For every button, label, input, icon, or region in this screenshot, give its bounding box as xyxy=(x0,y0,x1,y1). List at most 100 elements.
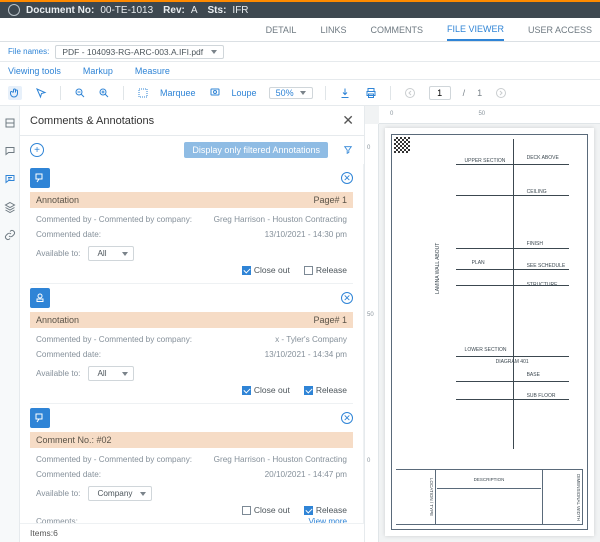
tab-comments[interactable]: COMMENTS xyxy=(370,20,423,40)
loupe-label[interactable]: Loupe xyxy=(232,88,257,98)
annotation-page-label: Page# 1 xyxy=(313,315,347,325)
meta-label: Commented date: xyxy=(36,469,101,480)
thumbnails-icon[interactable] xyxy=(3,116,17,130)
separator xyxy=(390,86,391,100)
separator xyxy=(325,86,326,100)
meta-label: Commented date: xyxy=(36,349,101,360)
zoom-select[interactable]: 50% xyxy=(269,87,313,99)
tab-user-access[interactable]: USER ACCESS xyxy=(528,20,592,40)
doc-no-value: 00-TE-1013 xyxy=(100,5,153,16)
loupe-icon[interactable] xyxy=(208,86,222,100)
callout-marker-icon[interactable] xyxy=(30,168,50,188)
ruler-vertical: 0500 xyxy=(365,124,379,542)
sts-label: Sts: xyxy=(208,5,227,16)
page-sep: / xyxy=(463,88,466,98)
zoom-value: 50% xyxy=(276,88,294,98)
meta-value: Greg Harrison - Houston Contracting xyxy=(214,454,347,465)
qr-code-icon xyxy=(394,137,410,153)
closeout-checkbox[interactable]: Close out xyxy=(242,265,290,275)
comment-no-label: Comment No.: #02 xyxy=(36,435,112,445)
chevron-down-icon xyxy=(140,492,146,496)
panel-footer: Items:6 xyxy=(20,523,364,542)
file-names-value: PDF - 104093-RG-ARC-003.A.IFI.pdf xyxy=(62,47,203,57)
zoom-out-icon[interactable] xyxy=(73,86,87,100)
meta-value: 20/10/2021 - 14:47 pm xyxy=(265,469,347,480)
available-to-label: Available to: xyxy=(36,489,80,498)
document-viewer[interactable]: 050 0500 UPPER SECTION DECK AB xyxy=(365,106,600,542)
panel-close-icon[interactable]: ✕ xyxy=(342,112,354,129)
closeout-checkbox[interactable]: Close out xyxy=(242,385,290,395)
available-to-select[interactable]: All xyxy=(88,366,134,381)
page-input[interactable] xyxy=(429,86,451,100)
chevron-down-icon xyxy=(300,91,306,95)
comments-annotations-panel: Comments & Annotations ✕ + Display only … xyxy=(20,106,365,542)
tab-links[interactable]: LINKS xyxy=(320,20,346,40)
viewer-toolbar: Marquee Loupe 50% / 1 xyxy=(0,80,600,106)
meta-label: Commented date: xyxy=(36,229,101,240)
select-icon[interactable] xyxy=(34,86,48,100)
annotation-list[interactable]: ✕ Annotation Page# 1 Commented by - Comm… xyxy=(20,164,364,523)
rev-value: A xyxy=(191,5,198,16)
stamp-marker-icon[interactable] xyxy=(30,288,50,308)
download-icon[interactable] xyxy=(338,86,352,100)
pan-icon[interactable] xyxy=(8,86,22,100)
annotations-panel-icon[interactable] xyxy=(3,172,17,186)
doc-no-label: Document No: xyxy=(26,5,94,16)
viewing-tab-tools[interactable]: Viewing tools xyxy=(8,66,61,76)
callout-marker-icon[interactable] xyxy=(30,408,50,428)
ruler-horizontal: 050 xyxy=(379,106,600,124)
tab-file-viewer[interactable]: FILE VIEWER xyxy=(447,19,504,41)
release-checkbox[interactable]: Release xyxy=(304,505,347,515)
comments-panel-icon[interactable] xyxy=(3,144,17,158)
delete-icon[interactable]: ✕ xyxy=(341,412,353,424)
release-checkbox[interactable]: Release xyxy=(304,385,347,395)
annotation-type-label: Annotation xyxy=(36,315,79,325)
viewing-tabs: Viewing tools Markup Measure xyxy=(0,62,600,80)
available-to-label: Available to: xyxy=(36,369,80,378)
panel-title: Comments & Annotations xyxy=(30,115,154,127)
available-to-select[interactable]: Company xyxy=(88,486,151,501)
zoom-in-icon[interactable] xyxy=(97,86,111,100)
meta-value: x - Tyler's Company xyxy=(275,334,347,345)
app-topbar: Document No: 00-TE-1013 Rev: A Sts: IFR xyxy=(0,0,600,18)
separator xyxy=(60,86,61,100)
annotation-header: Annotation Page# 1 xyxy=(30,312,353,328)
detail-tabs: DETAIL LINKS COMMENTS FILE VIEWER USER A… xyxy=(0,18,600,42)
left-rail xyxy=(0,106,20,542)
available-to-select[interactable]: All xyxy=(88,246,134,261)
annotation-header: Annotation Page# 1 xyxy=(30,192,353,208)
viewing-tab-markup[interactable]: Markup xyxy=(83,66,113,76)
delete-icon[interactable]: ✕ xyxy=(341,292,353,304)
layers-icon[interactable] xyxy=(3,200,17,214)
rev-label: Rev: xyxy=(163,5,185,16)
available-to-label: Available to: xyxy=(36,249,80,258)
chevron-down-icon xyxy=(211,50,217,54)
funnel-icon[interactable] xyxy=(342,144,354,156)
file-names-select[interactable]: PDF - 104093-RG-ARC-003.A.IFI.pdf xyxy=(55,45,224,59)
release-checkbox[interactable]: Release xyxy=(304,265,347,275)
print-icon[interactable] xyxy=(364,86,378,100)
next-page-icon[interactable] xyxy=(494,86,508,100)
delete-icon[interactable]: ✕ xyxy=(341,172,353,184)
title-block: LOCATION / TYPE DESCRIPTION DIMENSIONAL … xyxy=(396,469,583,525)
sts-value: IFR xyxy=(232,5,248,16)
page-total: 1 xyxy=(477,88,482,98)
meta-value: 13/10/2021 - 14:34 pm xyxy=(265,349,347,360)
meta-value: Greg Harrison - Houston Contracting xyxy=(214,214,347,225)
annotation-page-label: Page# 1 xyxy=(313,195,347,205)
app-logo-icon xyxy=(8,4,20,16)
link-icon[interactable] xyxy=(3,228,17,242)
comment-header: Comment No.: #02 xyxy=(30,432,353,448)
marquee-label[interactable]: Marquee xyxy=(160,88,196,98)
closeout-checkbox[interactable]: Close out xyxy=(242,505,290,515)
meta-label: Commented by - Commented by company: xyxy=(36,454,192,465)
prev-page-icon[interactable] xyxy=(403,86,417,100)
viewing-tab-measure[interactable]: Measure xyxy=(135,66,170,76)
add-annotation-button[interactable]: + xyxy=(30,143,44,157)
tab-detail[interactable]: DETAIL xyxy=(266,20,297,40)
filter-annotations-button[interactable]: Display only filtered Annotations xyxy=(184,142,328,158)
marquee-icon[interactable] xyxy=(136,86,150,100)
file-names-label: File names: xyxy=(8,47,49,56)
chevron-down-icon xyxy=(122,372,128,376)
chevron-down-icon xyxy=(122,252,128,256)
